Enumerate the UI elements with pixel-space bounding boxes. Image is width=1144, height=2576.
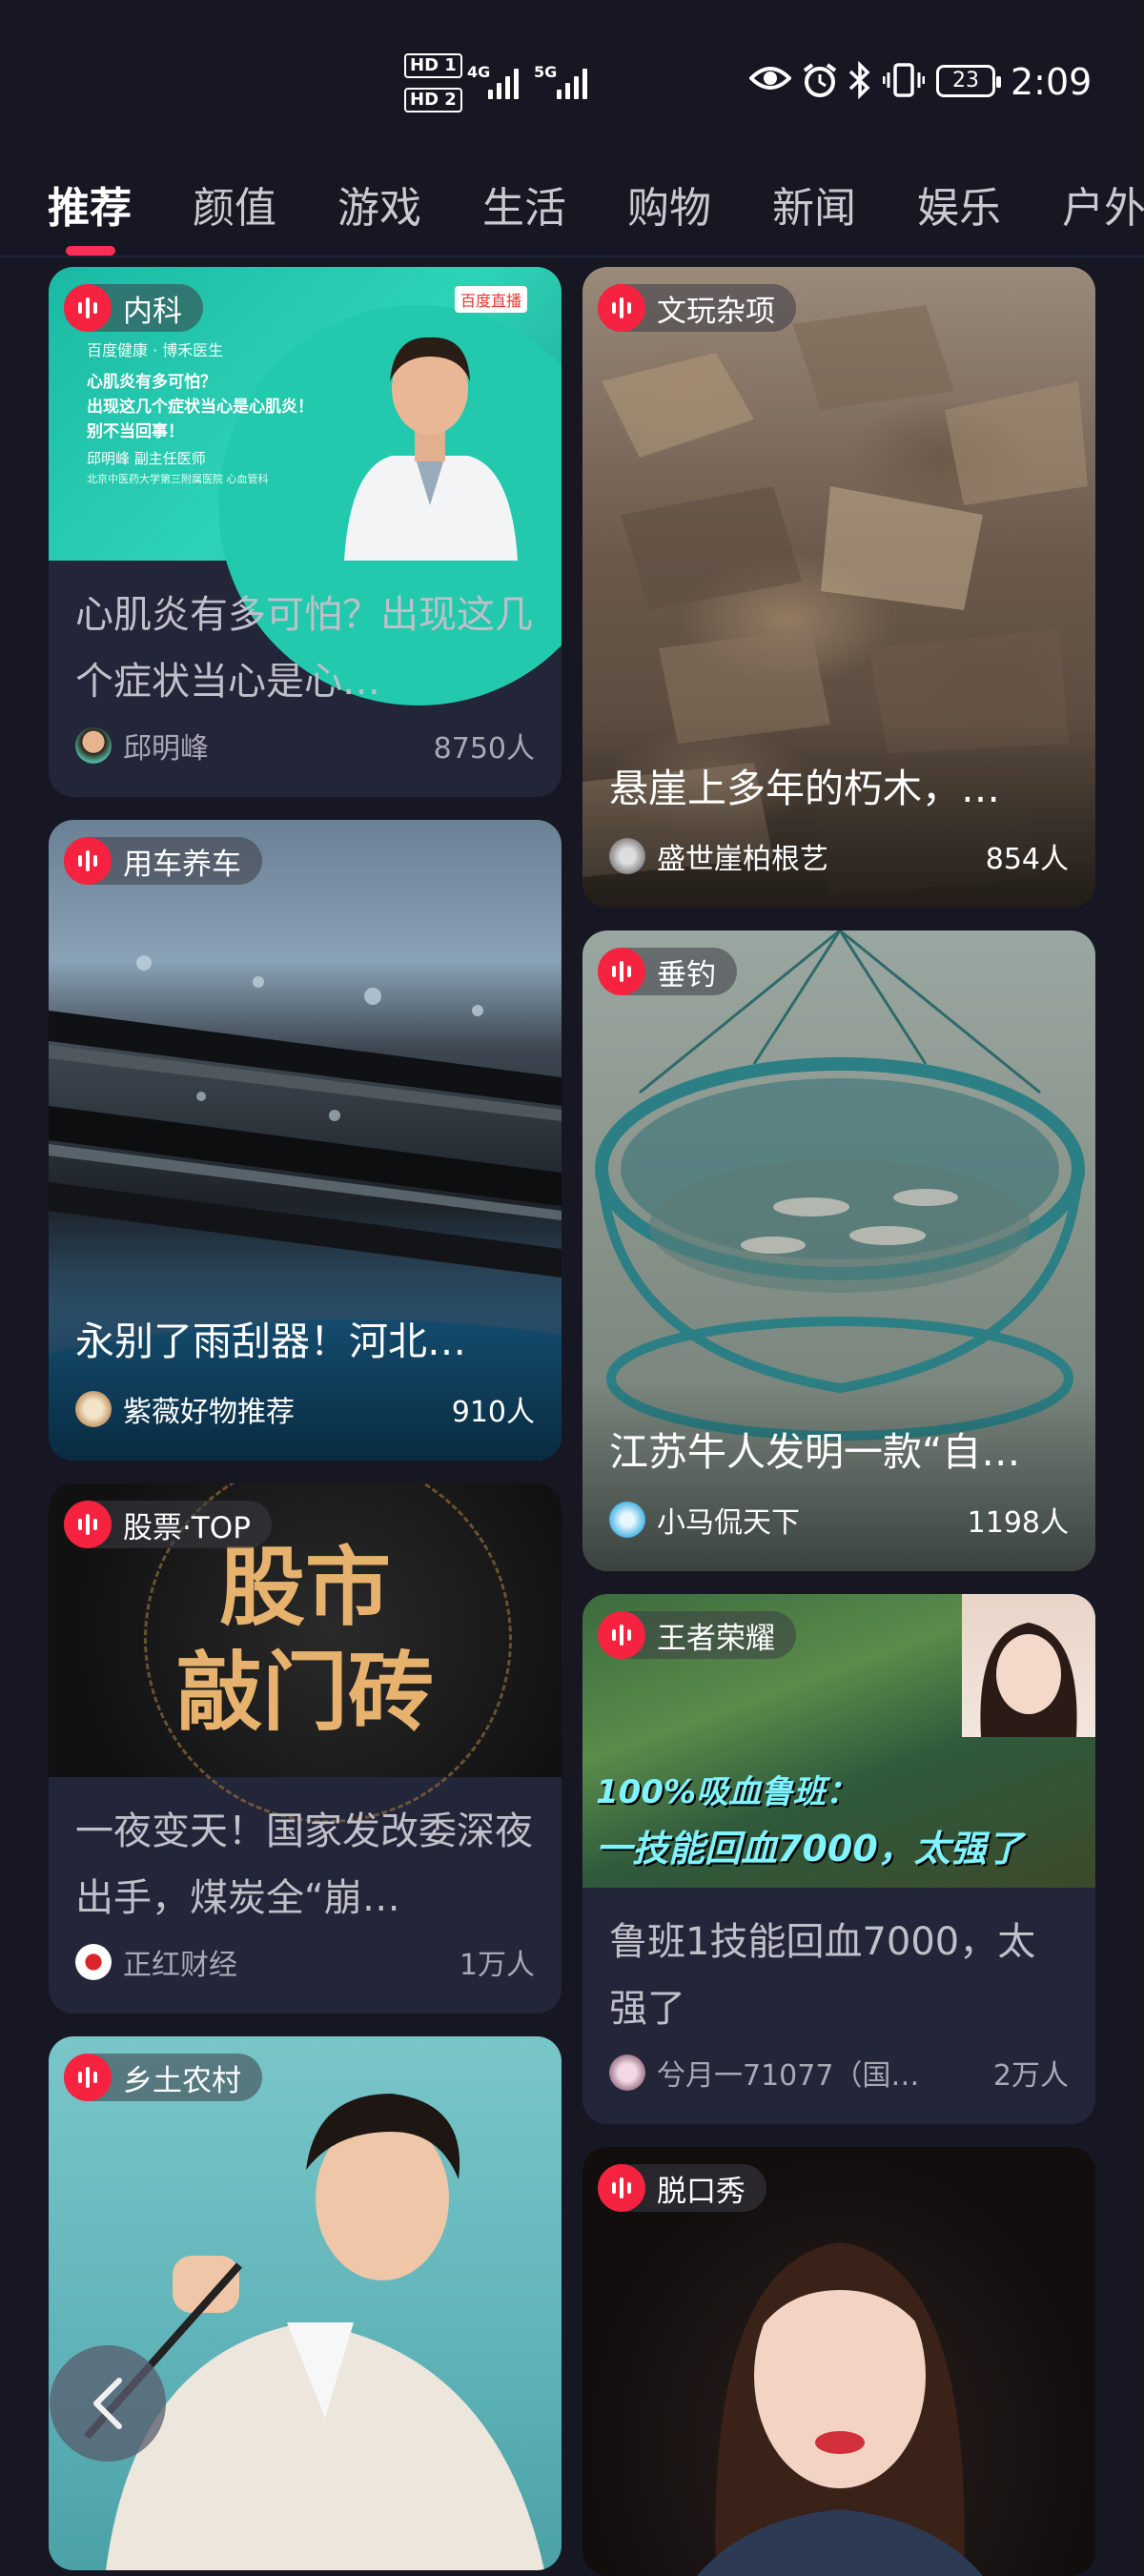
poster-partners: 百度健康 · 博禾医生 <box>87 341 224 359</box>
live-meta: 邱明峰 8750人 <box>75 725 535 767</box>
poster-line-2: 敲门砖 <box>176 1643 434 1743</box>
viewer-count: 910人 <box>451 1396 535 1429</box>
anchor-name: 盛世崖柏根艺 <box>657 843 828 876</box>
category-tag: 内科 <box>64 284 203 332</box>
live-audio-icon <box>64 2054 112 2101</box>
avatar <box>609 1502 645 1538</box>
viewer-count: 2万人 <box>992 2059 1069 2093</box>
live-meta: 盛世崖柏根艺 854人 <box>609 835 1069 877</box>
active-tab-indicator <box>66 246 115 256</box>
viewer-count: 1万人 <box>459 1949 535 1982</box>
doctor-portrait <box>344 337 518 561</box>
category-tag: 乡土农村 <box>64 2054 262 2101</box>
vibrate-icon <box>882 61 926 108</box>
poster-line-2: 一技能回血7000，太强了 <box>596 1828 1023 1870</box>
hd2-badge: HD 2 <box>404 88 462 112</box>
bluetooth-icon <box>847 60 873 108</box>
live-audio-icon <box>598 948 645 995</box>
live-title: 一夜变天！国家发改委深夜出手，煤炭全“崩… <box>75 1809 533 1920</box>
poster-headline: 心肌炎有多可怕？ 出现这几个症状当心是心肌炎！ 别不当回事！ <box>87 373 314 441</box>
anchor-name: 兮月一71077（国… <box>657 2059 920 2093</box>
tab-news[interactable]: 新闻 <box>772 174 856 235</box>
tab-looks[interactable]: 颜值 <box>193 174 276 235</box>
back-button[interactable] <box>50 2345 166 2462</box>
streamer-camera <box>962 1594 1095 1737</box>
avatar <box>609 838 645 874</box>
poster-brand: 百度直播 <box>454 286 527 313</box>
live-audio-icon <box>64 1501 112 1548</box>
live-card-stocks[interactable]: 股市 敲门砖 股票·TOP 一夜变天！国家发改委深夜出手，煤炭全“崩… 正红财经… <box>49 1483 562 2014</box>
live-card-honor-of-kings[interactable]: 100%吸血鲁班： 一技能回血7000，太强了 王者荣耀 鲁班1技能回血7000… <box>582 1594 1095 2124</box>
live-title: 江苏牛人发明一款“自… <box>609 1429 1021 1475</box>
avatar <box>75 1391 112 1427</box>
category-tag: 脱口秀 <box>598 2164 766 2212</box>
streamer-face <box>980 1623 1077 1737</box>
clock: 2:09 <box>1011 61 1093 103</box>
signal-1-icon <box>488 65 519 99</box>
avatar <box>75 727 112 764</box>
tab-outdoor[interactable]: 户外 <box>1062 174 1144 235</box>
signal-2-icon <box>557 65 587 99</box>
category-tabs: 推荐 颜值 游戏 生活 购物 新闻 娱乐 户外 <box>0 162 1144 257</box>
live-card-fishing[interactable]: 垂钓 江苏牛人发明一款“自… 小马侃天下 1198人 <box>582 930 1095 1571</box>
tab-life[interactable]: 生活 <box>482 174 566 235</box>
tab-games[interactable]: 游戏 <box>337 174 421 235</box>
poster-line-1: 100%吸血鲁班： <box>596 1773 859 1811</box>
poster-line-1: 股市 <box>219 1538 391 1638</box>
live-audio-icon <box>64 837 112 885</box>
live-card-talk-show[interactable]: 脱口秀 <box>582 2147 1095 2576</box>
anchor-name: 邱明峰 <box>123 732 209 766</box>
live-meta: 小马侃天下 1198人 <box>609 1499 1069 1541</box>
tab-shopping[interactable]: 购物 <box>627 174 711 235</box>
viewer-count: 854人 <box>985 843 1069 876</box>
hd1-badge: HD 1 <box>404 53 462 78</box>
live-title: 永别了雨刮器！河北… <box>75 1319 466 1364</box>
live-meta: 正红财经 1万人 <box>75 1941 535 1983</box>
live-title: 悬崖上多年的朽木，… <box>609 766 1000 811</box>
network-4g-label: 4G <box>467 63 491 81</box>
poster-hospital: 北京中医药大学第三附属医院 心血管科 <box>87 473 269 485</box>
live-audio-icon <box>598 284 645 332</box>
live-audio-icon <box>64 284 112 332</box>
alarm-icon <box>801 61 839 108</box>
host-portrait <box>84 2094 544 2570</box>
poster-doctor: 邱明峰 副主任医师 <box>87 450 206 467</box>
live-card-internal-medicine[interactable]: 百度直播 百度健康 · 博禾医生 心肌炎有多可怕？ 出现这几个症状当心是心肌炎！… <box>49 267 562 797</box>
anchor-name: 紫薇好物推荐 <box>123 1396 295 1429</box>
category-tag: 股票·TOP <box>64 1501 272 1548</box>
battery-indicator: 23 <box>936 65 1001 97</box>
viewer-count: 8750人 <box>433 732 535 766</box>
anchor-name: 小马侃天下 <box>657 1506 800 1540</box>
category-tag: 王者荣耀 <box>598 1611 796 1659</box>
category-tag: 文玩杂项 <box>598 284 796 332</box>
network-5g-label: 5G <box>534 63 558 81</box>
category-tag: 垂钓 <box>598 948 737 995</box>
live-meta: 紫薇好物推荐 910人 <box>75 1388 535 1430</box>
tab-entertainment[interactable]: 娱乐 <box>917 174 1001 235</box>
avatar <box>609 2055 645 2091</box>
live-card-car-care[interactable]: 用车养车 永别了雨刮器！河北… 紫薇好物推荐 910人 <box>49 820 562 1461</box>
viewer-count: 1198人 <box>967 1506 1069 1540</box>
category-tag: 用车养车 <box>64 837 262 885</box>
tab-recommend[interactable]: 推荐 <box>48 174 132 235</box>
chevron-left-icon <box>93 2378 122 2429</box>
live-meta: 兮月一71077（国… 2万人 <box>609 2052 1069 2094</box>
live-audio-icon <box>598 1611 645 1659</box>
avatar <box>75 1944 112 1980</box>
tab-divider <box>0 256 1144 257</box>
eye-icon <box>748 61 792 104</box>
status-bar: HD 1 HD 2 4G 5G 23 2:09 <box>0 0 1144 153</box>
live-title: 心肌炎有多可怕？出现这几个症状当心是心… <box>75 593 533 704</box>
live-card-antiques[interactable]: 文玩杂项 悬崖上多年的朽木，… 盛世崖柏根艺 854人 <box>582 267 1095 908</box>
anchor-name: 正红财经 <box>123 1949 237 1982</box>
live-thumbnail <box>49 2036 562 2570</box>
live-audio-icon <box>598 2164 645 2212</box>
live-title: 鲁班1技能回血7000，太强了 <box>609 1920 1036 2031</box>
live-card-rural[interactable]: 乡土农村 <box>49 2036 562 2570</box>
